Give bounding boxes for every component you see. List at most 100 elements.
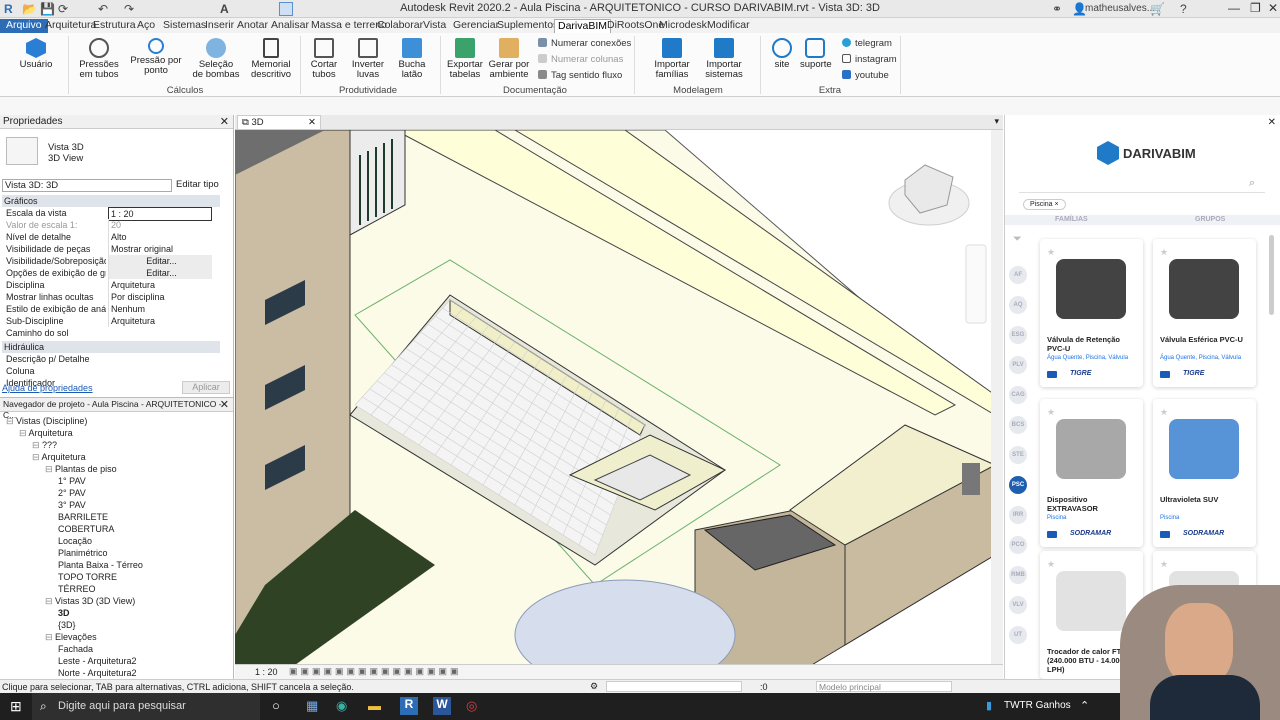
property-value[interactable]: Alto: [108, 231, 212, 243]
section-graficos[interactable]: Gráficos: [2, 195, 220, 207]
property-row[interactable]: Visibilidade de peças Mostrar original: [2, 243, 212, 255]
browser-item[interactable]: ⊟ Arquitetura: [19, 428, 73, 439]
browser-item[interactable]: 3D: [58, 608, 70, 618]
panel-scrollbar[interactable]: [1269, 235, 1274, 315]
tab-arquivo[interactable]: Arquivo: [0, 19, 48, 33]
discipline-tag-bcs[interactable]: BCS: [1009, 416, 1027, 434]
browser-item[interactable]: Fachada: [58, 644, 93, 654]
property-value[interactable]: Arquitetura: [108, 279, 212, 291]
telegram-button[interactable]: telegram: [842, 38, 892, 49]
browser-item[interactable]: {3D}: [58, 620, 76, 630]
3d-viewport[interactable]: [234, 115, 1003, 691]
tab-inserir[interactable]: Inserir: [202, 19, 237, 33]
search-icon[interactable]: ⌕: [1249, 177, 1255, 190]
browser-item[interactable]: Planimétrico: [58, 548, 108, 558]
word-icon[interactable]: W: [433, 697, 451, 715]
property-value[interactable]: Nenhum: [108, 303, 212, 315]
family-card[interactable]: ★ Dispositivo EXTRAVASOR Piscina SODRAMAR: [1040, 399, 1143, 547]
expand-icon[interactable]: ⊟: [45, 632, 55, 642]
favorite-star-icon[interactable]: ★: [1160, 559, 1168, 570]
video-icon[interactable]: [1047, 371, 1057, 378]
discipline-tag-af[interactable]: AF: [1009, 266, 1027, 284]
instance-selector[interactable]: Vista 3D: 3D: [2, 179, 172, 192]
property-row[interactable]: Estilo de exibição de anális...Nenhum: [2, 303, 212, 315]
close-properties-icon[interactable]: ✕: [220, 115, 229, 128]
family-card[interactable]: ★ Válvula Esférica PVC-U Água Quente, Pisc…: [1153, 239, 1256, 387]
tab-microdesk[interactable]: Microdesk: [656, 19, 710, 33]
favorite-star-icon[interactable]: ★: [1160, 407, 1168, 418]
tab-familias[interactable]: FAMÍLIAS: [1055, 216, 1088, 223]
task-view-icon[interactable]: ○: [272, 698, 280, 713]
browser-item[interactable]: 2° PAV: [58, 488, 86, 498]
filter-icon[interactable]: ⏷: [1013, 233, 1022, 246]
browser-item[interactable]: ⊟ Vistas (Discipline): [6, 416, 87, 427]
tab-darivabim[interactable]: DarivaBIM: [554, 19, 612, 33]
exportar-tabelas-button[interactable]: Exportar tabelas: [446, 38, 484, 80]
section-hidraulica[interactable]: Hidráulica: [2, 341, 220, 353]
tab-anotar[interactable]: Anotar: [234, 19, 271, 33]
expand-icon[interactable]: ⊟: [32, 440, 42, 450]
property-row[interactable]: Valor de escala 1: 20: [2, 219, 212, 231]
instagram-button[interactable]: instagram: [842, 54, 897, 65]
discipline-tag-vlv[interactable]: VLV: [1009, 596, 1027, 614]
property-value[interactable]: Por disciplina: [108, 291, 212, 303]
pressoes-button[interactable]: Pressões em tubos: [78, 38, 120, 80]
tag-fluxo-button[interactable]: Tag sentido fluxo: [538, 70, 622, 81]
expand-icon[interactable]: ⊟: [32, 452, 42, 462]
gerar-ambiente-button[interactable]: Gerar por ambiente: [488, 38, 530, 80]
widgets-icon[interactable]: ▦: [306, 698, 318, 714]
browser-item[interactable]: ⊟ Plantas de piso: [45, 464, 117, 475]
browser-item[interactable]: 3° PAV: [58, 500, 86, 510]
bucha-latao-button[interactable]: Bucha latão: [394, 38, 430, 80]
favorite-star-icon[interactable]: ★: [1160, 247, 1168, 258]
family-card[interactable]: ★ Ultravioleta SUV Piscina SODRAMAR: [1153, 399, 1256, 547]
edit-type-button[interactable]: Editar tipo: [176, 179, 219, 190]
favorite-star-icon[interactable]: ★: [1047, 559, 1055, 570]
view-tab-3d[interactable]: ⧉ 3D ✕: [237, 115, 321, 130]
revit-taskbar-icon[interactable]: R: [400, 697, 418, 715]
property-row[interactable]: Disciplina Arquitetura: [2, 279, 212, 291]
recorder-icon[interactable]: ◎: [466, 698, 477, 714]
design-option-dropdown[interactable]: Modelo principal: [816, 681, 952, 692]
browser-item[interactable]: Leste - Arquitetura2: [58, 656, 137, 666]
selecao-bombas-button[interactable]: Seleção de bombas: [192, 38, 240, 80]
view-controls-icons[interactable]: ▣▣▣▣▣▣▣▣▣▣▣▣▣▣▣: [289, 666, 462, 677]
property-row[interactable]: Descrição p/ Detalhe: [2, 353, 212, 365]
browser-item[interactable]: COBERTURA: [58, 524, 114, 534]
family-card[interactable]: ★ Válvula de Retenção PVC-U Água Quente, P…: [1040, 239, 1143, 387]
close-view-icon[interactable]: ✕: [308, 117, 316, 128]
browser-item[interactable]: ⊟ ???: [32, 440, 57, 451]
discipline-tag-pco[interactable]: PCO: [1009, 536, 1027, 554]
tab-colaborar[interactable]: Colaborar: [374, 19, 426, 33]
browser-item[interactable]: Norte - Arquitetura2: [58, 668, 137, 678]
property-row[interactable]: Opções de exibição de grá...Editar...: [2, 267, 212, 279]
property-row[interactable]: Caminho do sol: [2, 327, 212, 339]
property-value[interactable]: Editar...: [108, 255, 212, 267]
tab-menu-icon[interactable]: ▾: [994, 116, 999, 127]
cart-icon[interactable]: 🛒: [1150, 2, 1165, 16]
numerar-colunas-button[interactable]: Numerar colunas: [538, 54, 623, 65]
discipline-tag-cag[interactable]: CAG: [1009, 386, 1027, 404]
tab-suplementos[interactable]: Suplementos: [494, 19, 561, 33]
apply-button[interactable]: Aplicar: [182, 381, 230, 394]
user-name[interactable]: matheusalves...: [1085, 3, 1155, 14]
discipline-tag-ste[interactable]: STE: [1009, 446, 1027, 464]
stock-ticker[interactable]: TWTR Ganhos: [1004, 700, 1071, 711]
expand-icon[interactable]: ⊟: [45, 464, 55, 474]
browser-item[interactable]: 1° PAV: [58, 476, 86, 486]
favorite-star-icon[interactable]: ★: [1047, 247, 1055, 258]
model-canvas[interactable]: [234, 115, 1003, 691]
browser-item[interactable]: BARRILETE: [58, 512, 108, 522]
usuario-button[interactable]: Usuário: [18, 38, 54, 70]
tab-estrutura[interactable]: Estrutura: [90, 19, 139, 33]
discipline-tag-aq[interactable]: AQ: [1009, 296, 1027, 314]
property-row[interactable]: Escala da vista 1 : 20: [2, 207, 212, 221]
discipline-tag-ut[interactable]: UT: [1009, 626, 1027, 644]
worksets-icon[interactable]: ⚙: [590, 681, 598, 692]
discipline-tag-psc[interactable]: PSC: [1009, 476, 1027, 494]
browser-item[interactable]: ⊟ Vistas 3D (3D View): [45, 596, 135, 607]
suporte-button[interactable]: suporte: [800, 38, 832, 70]
expand-icon[interactable]: ⊟: [6, 416, 16, 426]
numerar-conexoes-button[interactable]: Numerar conexões: [538, 38, 631, 49]
property-value[interactable]: Arquitetura: [108, 315, 212, 327]
